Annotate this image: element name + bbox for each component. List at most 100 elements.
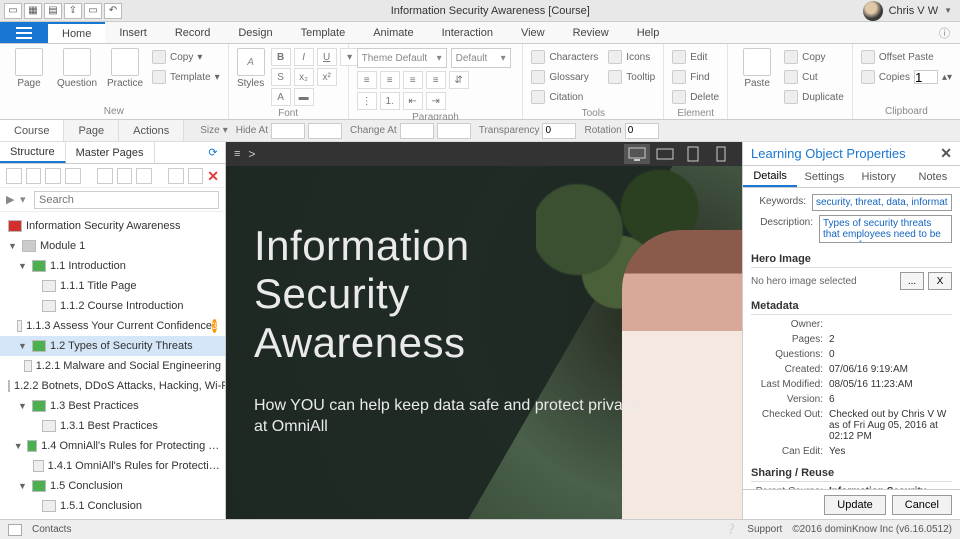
tb-icon-9[interactable] — [188, 168, 204, 184]
outdent-button[interactable]: ⇤ — [403, 92, 423, 110]
app-menu-button[interactable] — [0, 22, 48, 43]
bold-button[interactable]: B — [271, 48, 291, 66]
strike-button[interactable]: S — [271, 68, 291, 86]
underline-button[interactable]: U — [317, 48, 337, 66]
hero-browse-button[interactable]: ... — [900, 272, 924, 290]
tab-history[interactable]: History — [852, 166, 906, 187]
cancel-button[interactable]: Cancel — [892, 495, 952, 515]
tree-122[interactable]: 1.2.2 Botnets, DDoS Attacks, Hacking, Wi… — [0, 376, 225, 396]
copy2-button[interactable]: Copy — [784, 48, 844, 66]
contacts-label[interactable]: Contacts — [32, 524, 71, 535]
copies-input[interactable] — [914, 70, 938, 84]
tree-112[interactable]: 1.1.2 Course Introduction — [0, 296, 225, 316]
tree-121[interactable]: 1.2.1 Malware and Social Engineering — [0, 356, 225, 376]
rotation-input[interactable] — [625, 123, 659, 139]
cut-button[interactable]: Cut — [784, 68, 844, 86]
device-phone-icon[interactable] — [708, 144, 734, 164]
tooltip-button[interactable]: Tooltip — [608, 68, 655, 86]
duplicate-button[interactable]: Duplicate — [784, 88, 844, 106]
hide-w[interactable] — [271, 123, 305, 139]
tree-11[interactable]: ▼1.1 Introduction — [0, 256, 225, 276]
paste-button[interactable]: Paste — [736, 48, 778, 89]
new-question-button[interactable]: Question — [56, 48, 98, 89]
hide-h[interactable] — [308, 123, 342, 139]
qa-icon-5[interactable]: ▭ — [84, 3, 102, 19]
glossary-button[interactable]: Glossary — [531, 68, 598, 86]
align-center-button[interactable]: ≡ — [380, 71, 400, 89]
ribbon-tab-interaction[interactable]: Interaction — [428, 22, 507, 43]
italic-button[interactable]: I — [294, 48, 314, 66]
description-input[interactable] — [819, 215, 952, 243]
template-button[interactable]: Template ▾ — [152, 68, 220, 86]
find-button[interactable]: Find — [672, 68, 719, 86]
ribbon-tab-review[interactable]: Review — [559, 22, 623, 43]
canvas[interactable]: Information Security Awareness How YOU c… — [226, 166, 742, 519]
font-default-select[interactable]: Default▾ — [451, 48, 511, 68]
tab-settings[interactable]: Settings — [797, 166, 851, 187]
subtab-actions[interactable]: Actions — [119, 120, 184, 141]
line-spacing-button[interactable]: ⇵ — [449, 71, 469, 89]
ribbon-tab-insert[interactable]: Insert — [105, 22, 161, 43]
delete-tree-button[interactable]: ✕ — [207, 168, 219, 184]
qa-upload-icon[interactable]: ⇪ — [64, 3, 82, 19]
tb-icon-1[interactable] — [6, 168, 22, 184]
qa-icon-2[interactable]: ▦ — [24, 3, 42, 19]
characters-button[interactable]: Characters — [531, 48, 598, 66]
keywords-input[interactable] — [812, 194, 952, 211]
support-label[interactable]: Support — [747, 524, 782, 535]
refresh-icon[interactable]: ⟳ — [201, 142, 225, 163]
ribbon-tab-design[interactable]: Design — [224, 22, 286, 43]
align-justify-button[interactable]: ≡ — [426, 71, 446, 89]
device-tablet-portrait-icon[interactable] — [680, 144, 706, 164]
contacts-icon[interactable] — [8, 524, 22, 536]
ribbon-tab-animate[interactable]: Animate — [359, 22, 427, 43]
hamburger-icon[interactable]: ≡ — [234, 148, 240, 160]
delete-button[interactable]: Delete — [672, 88, 719, 106]
align-right-button[interactable]: ≡ — [403, 71, 423, 89]
sub-button[interactable]: x₂ — [294, 68, 314, 86]
edit-button[interactable]: Edit — [672, 48, 719, 66]
icons-button[interactable]: Icons — [608, 48, 655, 66]
copy-button[interactable]: Copy ▾ — [152, 48, 220, 66]
ribbon-tab-template[interactable]: Template — [287, 22, 360, 43]
tree-15[interactable]: ▼1.5 Conclusion — [0, 476, 225, 496]
tb-icon-5[interactable] — [97, 168, 113, 184]
tb-icon-2[interactable] — [26, 168, 42, 184]
offset-paste-button[interactable]: Offset Paste — [861, 48, 952, 66]
change-h[interactable] — [437, 123, 471, 139]
tree-12[interactable]: ▼1.2 Types of Security Threats — [0, 336, 225, 356]
ribbon-collapse-icon[interactable]: ⓘ — [929, 22, 960, 43]
tb-icon-7[interactable] — [136, 168, 152, 184]
tree-14[interactable]: ▼1.4 OmniAll's Rules for Protecting Data… — [0, 436, 225, 456]
tree-141[interactable]: 1.4.1 OmniAll's Rules for Protecting Dat… — [0, 456, 225, 476]
tb-icon-8[interactable] — [168, 168, 184, 184]
search-input[interactable] — [34, 191, 219, 209]
tab-details[interactable]: Details — [743, 166, 797, 187]
master-pages-tab[interactable]: Master Pages — [66, 142, 155, 163]
expand-icon[interactable]: ▶ — [6, 193, 16, 206]
ribbon-tab-home[interactable]: Home — [48, 22, 105, 43]
new-page-button[interactable]: Page — [8, 48, 50, 89]
device-tablet-landscape-icon[interactable] — [652, 144, 678, 164]
toggle-icon[interactable]: ▼ — [8, 241, 18, 251]
new-practice-button[interactable]: Practice — [104, 48, 146, 89]
theme-select[interactable]: Theme Default▾ — [357, 48, 447, 68]
tb-icon-4[interactable] — [65, 168, 81, 184]
tree-131[interactable]: 1.3.1 Best Practices — [0, 416, 225, 436]
tree-111[interactable]: 1.1.1 Title Page — [0, 276, 225, 296]
qa-icon-1[interactable]: ▭ — [4, 3, 22, 19]
qa-icon-3[interactable]: ▤ — [44, 3, 62, 19]
citation-button[interactable]: Citation — [531, 88, 598, 106]
ribbon-tab-view[interactable]: View — [507, 22, 559, 43]
tb-icon-3[interactable] — [45, 168, 61, 184]
copies-field[interactable]: Copies ▴▾ — [861, 68, 952, 86]
list-button[interactable]: ⋮ — [357, 92, 377, 110]
tree-13[interactable]: ▼1.3 Best Practices — [0, 396, 225, 416]
numlist-button[interactable]: 1. — [380, 92, 400, 110]
update-button[interactable]: Update — [824, 495, 885, 515]
tb-icon-6[interactable] — [117, 168, 133, 184]
change-w[interactable] — [400, 123, 434, 139]
fontcolor-button[interactable]: A — [271, 88, 291, 106]
transparency-input[interactable] — [542, 123, 576, 139]
close-icon[interactable]: ✕ — [940, 145, 952, 162]
